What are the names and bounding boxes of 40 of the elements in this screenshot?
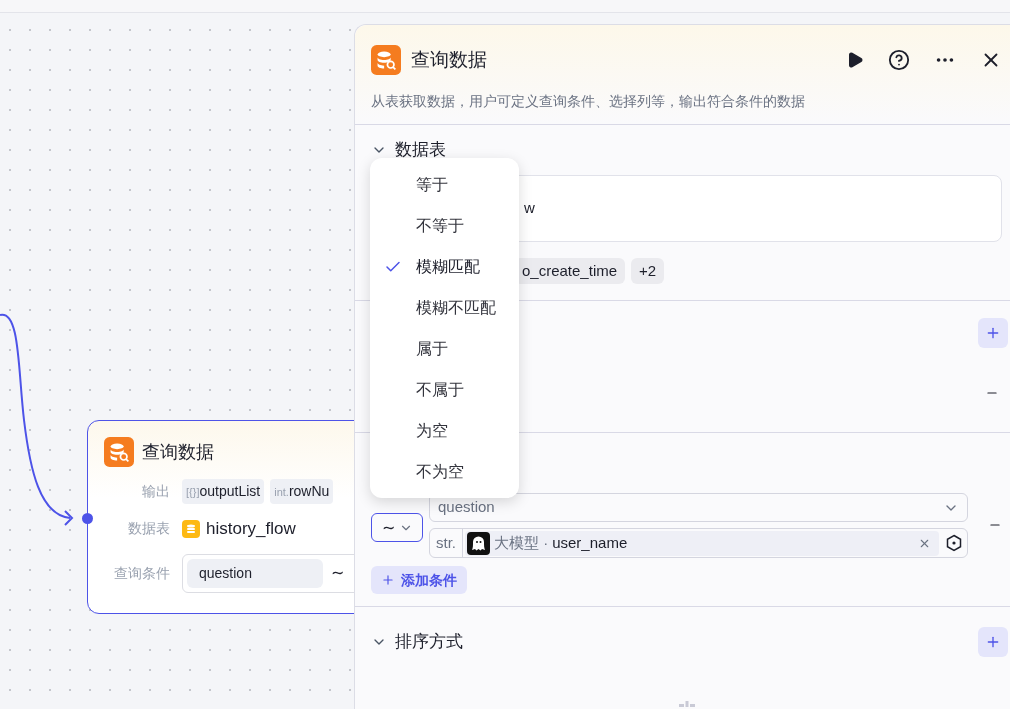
add-condition-button[interactable]: 添加条件: [371, 566, 467, 594]
run-icon[interactable]: [846, 51, 864, 69]
ghost-icon: [467, 531, 490, 555]
column-tag: +2: [631, 257, 665, 284]
section-title: 数据表: [395, 139, 446, 161]
value-field[interactable]: str. 大模型 · user_name: [429, 528, 968, 558]
variable-source: 大模型 ·: [494, 532, 549, 553]
database-icon: [371, 45, 401, 75]
dropdown-option[interactable]: 属于: [370, 328, 519, 369]
table-name: history_flow: [206, 518, 296, 540]
dropdown-option[interactable]: 模糊不匹配: [370, 287, 519, 328]
dropdown-option[interactable]: 不属于: [370, 369, 519, 410]
operator-select[interactable]: ∼: [371, 513, 423, 542]
database-icon: [104, 437, 134, 467]
field-label: 数据表: [127, 519, 170, 539]
field-label: 查询条件: [113, 563, 170, 583]
output-tag: int.rowNu: [270, 479, 334, 504]
node-title: 查询数据: [142, 440, 214, 464]
condition-field: question: [187, 558, 323, 588]
help-icon[interactable]: [888, 49, 910, 71]
plus-icon: [985, 325, 1001, 341]
panel-title: 查询数据: [411, 47, 487, 72]
add-button[interactable]: [978, 318, 1008, 348]
panel-description: 从表获取数据，用户可定义查询条件、选择列等，输出符合条件的数据: [371, 92, 806, 111]
dropdown-option[interactable]: 为空: [370, 410, 519, 451]
condition-operator: ∼: [331, 563, 344, 583]
section-title: 排序方式: [395, 631, 463, 654]
plus-icon: [985, 634, 1001, 650]
type-label: str.: [430, 529, 463, 557]
hexagon-icon[interactable]: [945, 534, 963, 552]
field-label: 输出: [141, 482, 170, 501]
database-icon: [182, 519, 200, 538]
output-tag: [{}]outputList: [182, 479, 265, 504]
node-card[interactable]: 查询数据 输出 [{}]outputList int.rowNu 数据表 history_flow 查询条件 question ∼: [87, 420, 354, 614]
plus-icon: [381, 573, 395, 587]
add-button[interactable]: [978, 627, 1008, 657]
variable-name: user_name: [552, 532, 628, 553]
dropdown-option[interactable]: 不为空: [370, 451, 519, 492]
loading-icon: [677, 701, 697, 709]
node-port[interactable]: [82, 513, 93, 524]
